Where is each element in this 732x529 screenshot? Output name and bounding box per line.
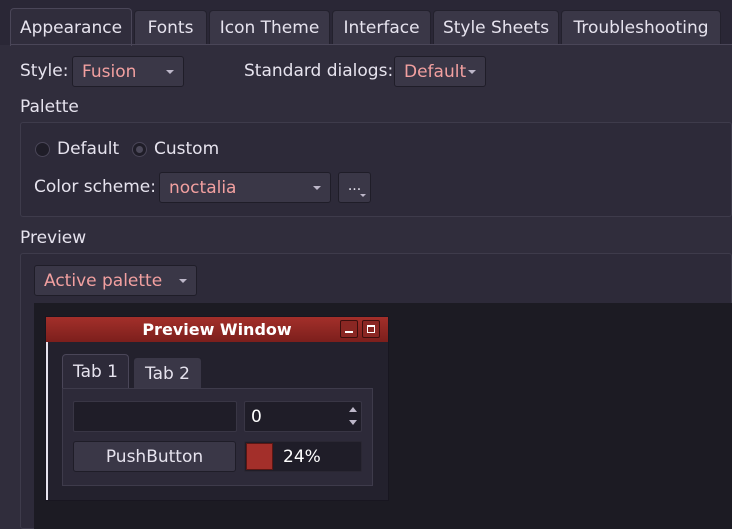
tab-fonts[interactable]: Fonts (134, 10, 207, 45)
radio-custom[interactable] (132, 142, 147, 157)
tab-troubleshooting[interactable]: Troubleshooting (561, 10, 721, 45)
preview-title: Preview (20, 228, 87, 248)
preview-tab-2[interactable]: Tab 2 (133, 357, 202, 389)
progress-fill (246, 443, 273, 470)
preview-tab-1[interactable]: Tab 1 (62, 354, 129, 389)
spin-down-icon[interactable] (349, 420, 357, 425)
standard-dialogs-value: Default (404, 61, 467, 82)
preview-line-edit[interactable] (73, 401, 237, 432)
progress-text: 24% (283, 447, 321, 467)
chevron-down-icon (166, 70, 174, 74)
radio-custom-label: Custom (154, 139, 220, 159)
style-label: Style: (20, 61, 69, 81)
tab-appearance[interactable]: Appearance (10, 8, 132, 46)
small-chevron-icon (360, 194, 366, 197)
standard-dialogs-label: Standard dialogs: (244, 61, 394, 81)
tab-style-sheets[interactable]: Style Sheets (433, 10, 559, 45)
minimize-button[interactable] (340, 320, 358, 338)
color-scheme-combo[interactable]: noctalia (159, 172, 331, 203)
color-scheme-more-button[interactable]: ... (338, 172, 371, 203)
radio-default-label: Default (57, 139, 120, 159)
palette-title: Palette (20, 97, 79, 117)
radio-default[interactable] (35, 142, 50, 157)
chevron-down-icon (313, 186, 321, 190)
tab-icon-theme[interactable]: Icon Theme (209, 10, 330, 45)
preview-spinbox[interactable]: 0 (244, 401, 362, 432)
preview-push-button[interactable]: PushButton (73, 441, 236, 472)
preview-window-left-edge (46, 342, 48, 500)
preview-window-title: Preview Window (142, 320, 292, 339)
palette-group (20, 122, 732, 217)
tab-panel-border (10, 44, 732, 45)
push-button-label: PushButton (105, 446, 204, 467)
preview-progress-bar: 24% (244, 441, 362, 472)
minimize-icon (345, 331, 353, 333)
maximize-icon (367, 325, 375, 333)
standard-dialogs-combo[interactable]: Default (394, 56, 486, 87)
chevron-down-icon (468, 70, 476, 74)
more-button-label: ... (347, 177, 362, 194)
maximize-button[interactable] (362, 320, 380, 338)
color-scheme-value: noctalia (169, 177, 237, 198)
preview-palette-value: Active palette (44, 270, 163, 291)
spinbox-value: 0 (251, 407, 262, 427)
color-scheme-label: Color scheme: (34, 177, 156, 197)
chevron-down-icon (179, 279, 187, 283)
style-combo[interactable]: Fusion (72, 56, 184, 87)
style-combo-value: Fusion (82, 61, 137, 82)
preview-palette-combo[interactable]: Active palette (34, 265, 197, 296)
preview-window-titlebar: Preview Window (46, 317, 388, 342)
spin-up-icon[interactable] (349, 407, 357, 412)
tab-interface[interactable]: Interface (332, 10, 431, 45)
